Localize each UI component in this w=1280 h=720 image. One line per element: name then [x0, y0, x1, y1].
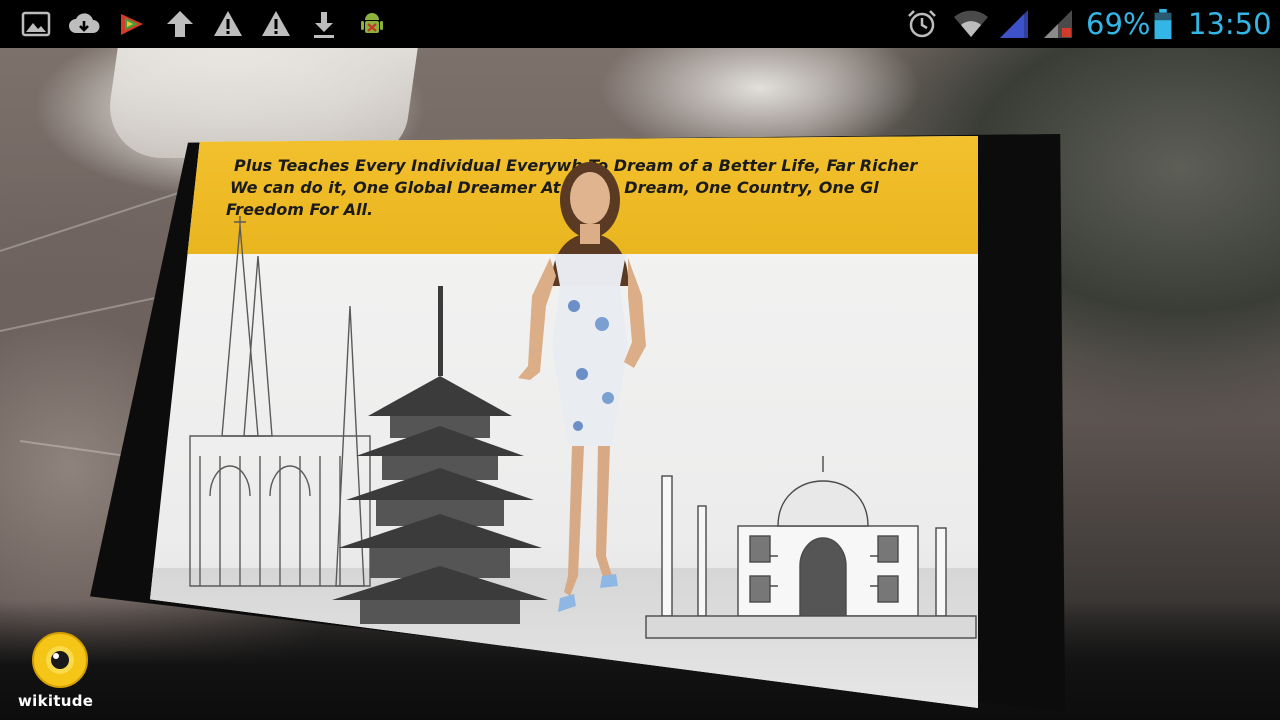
wikitude-logo-text: wikitude	[18, 692, 94, 710]
signal-no-sim-icon[interactable]	[1042, 8, 1074, 40]
warning-icon[interactable]	[212, 8, 244, 40]
battery-percentage: 69%	[1086, 7, 1151, 41]
ar-camera-screen: 69% 13:50 Plus Teaches Every Individual …	[0, 0, 1280, 720]
pagoda-drawing	[332, 286, 548, 624]
wifi-icon[interactable]	[952, 8, 990, 40]
cathedral-drawing	[189, 216, 371, 587]
alarm-icon[interactable]	[906, 8, 938, 40]
signal-icon[interactable]	[998, 8, 1030, 40]
download-icon[interactable]	[308, 8, 340, 40]
app-icon[interactable]	[116, 8, 148, 40]
android-debug-icon[interactable]	[356, 8, 388, 40]
presenter-figure	[518, 162, 646, 612]
status-bar: 69% 13:50	[0, 0, 1280, 48]
upload-arrow-icon[interactable]	[164, 8, 196, 40]
taj-mahal-drawing	[645, 456, 977, 639]
warning-icon[interactable]	[260, 8, 292, 40]
clock-time: 13:50	[1188, 7, 1272, 41]
battery-icon[interactable]	[1152, 8, 1174, 40]
wikitude-logo-icon[interactable]	[28, 632, 92, 688]
gallery-icon[interactable]	[20, 8, 52, 40]
cloud-download-icon[interactable]	[68, 8, 100, 40]
